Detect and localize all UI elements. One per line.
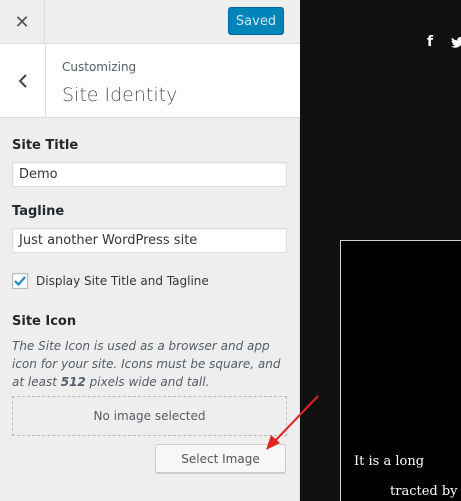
- display-title-checkbox[interactable]: [12, 273, 28, 289]
- site-icon-label: Site Icon: [12, 314, 77, 329]
- close-icon: ✕: [14, 11, 30, 33]
- chevron-left-icon: [18, 73, 27, 88]
- section-title: Site Identity: [62, 84, 178, 106]
- checkmark-icon: [14, 276, 26, 287]
- site-title-label: Site Title: [12, 138, 79, 153]
- site-icon-description: The Site Icon is used as a browser and a…: [12, 339, 281, 389]
- twitter-icon[interactable]: [451, 37, 461, 48]
- site-icon-size: 512: [60, 375, 86, 389]
- preview-text-line-1: It is a long: [354, 454, 425, 469]
- tagline-label: Tagline: [12, 204, 65, 219]
- display-title-checkbox-label[interactable]: Display Site Title and Tagline: [36, 274, 209, 288]
- breadcrumb: Customizing: [62, 60, 137, 74]
- no-image-text: No image selected: [93, 409, 206, 423]
- site-title-input[interactable]: Demo: [12, 162, 287, 187]
- back-button[interactable]: [0, 44, 46, 117]
- close-button[interactable]: ✕: [0, 0, 45, 44]
- site-preview: f It is a long tracted by: [300, 0, 461, 501]
- customizer-header: ✕ Saved: [0, 0, 300, 44]
- saved-button[interactable]: Saved: [228, 7, 284, 35]
- customizer-panel: ✕ Saved Customizing Site Identity Site T…: [0, 0, 300, 501]
- tagline-input[interactable]: Just another WordPress site: [12, 228, 287, 253]
- preview-text-line-2: tracted by: [390, 484, 458, 499]
- image-placeholder[interactable]: No image selected: [12, 396, 287, 436]
- facebook-icon[interactable]: f: [427, 34, 433, 50]
- section-header: Customizing Site Identity: [0, 44, 300, 118]
- annotation-arrow: [266, 395, 319, 450]
